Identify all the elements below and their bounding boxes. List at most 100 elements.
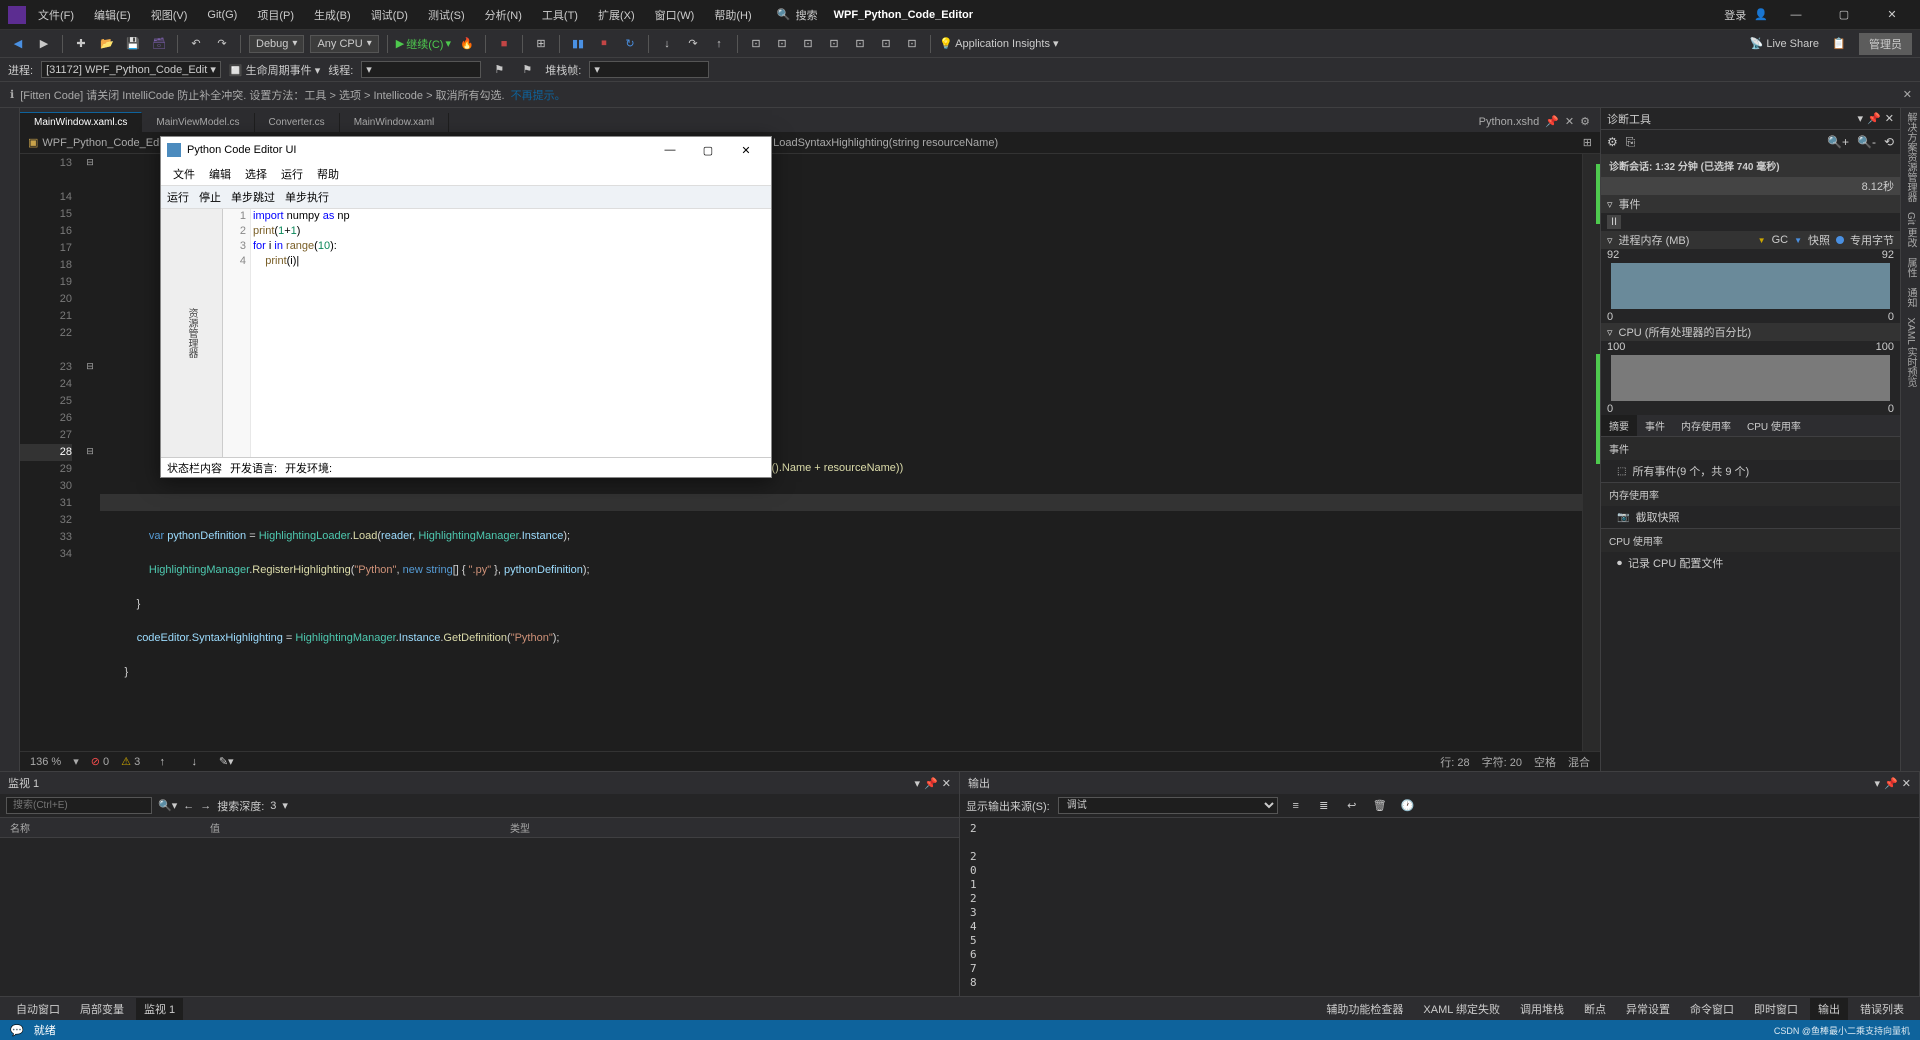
- popup-maximize-button[interactable]: ▢: [689, 138, 727, 162]
- output-time-icon[interactable]: 🕐: [1398, 796, 1418, 816]
- diag-cpu-graph[interactable]: [1611, 355, 1890, 401]
- diag-record-cpu-item[interactable]: ⏺ 记录 CPU 配置文件: [1601, 552, 1900, 574]
- encoding-mode[interactable]: 混合: [1568, 754, 1590, 770]
- output-body[interactable]: 2 2 0 1 2 3 4 5 6 7 8: [960, 818, 1919, 996]
- popup-menu-select[interactable]: 选择: [239, 164, 273, 184]
- restart-icon[interactable]: ↻: [620, 34, 640, 54]
- output-close-icon[interactable]: ✕: [1902, 777, 1911, 790]
- watch-nav-right-icon[interactable]: →: [200, 800, 211, 812]
- popup-tb-stepover[interactable]: 单步跳过: [231, 189, 275, 205]
- open-icon[interactable]: 📂: [97, 34, 117, 54]
- close-button[interactable]: ✕: [1872, 1, 1912, 29]
- menu-debug[interactable]: 调试(D): [363, 3, 416, 27]
- menu-project[interactable]: 项目(P): [249, 3, 302, 27]
- output-pin-icon[interactable]: 📌: [1884, 777, 1898, 790]
- diag-mem-graph[interactable]: [1611, 263, 1890, 309]
- stop-icon[interactable]: ■: [494, 34, 514, 54]
- diag-zoomin-icon[interactable]: 🔍+: [1827, 135, 1849, 149]
- nav-fwd-icon[interactable]: ▶: [34, 34, 54, 54]
- info-dont-show[interactable]: 不再提示。: [511, 87, 566, 103]
- settings-icon[interactable]: ⚙: [1580, 115, 1590, 128]
- bt-xamlbind[interactable]: XAML 绑定失败: [1415, 998, 1508, 1020]
- nav-up-icon[interactable]: ↑: [152, 752, 172, 772]
- output-toggle-icon[interactable]: ≣: [1314, 796, 1334, 816]
- xaml-icon1[interactable]: ⊡: [746, 34, 766, 54]
- menu-window[interactable]: 窗口(W): [647, 3, 703, 27]
- nav-back-icon[interactable]: ◀: [8, 34, 28, 54]
- diag-mem-header[interactable]: 进程内存 (MB): [1619, 232, 1690, 248]
- thread-dropdown[interactable]: ▾: [361, 61, 481, 78]
- xaml-icon4[interactable]: ⊡: [824, 34, 844, 54]
- output-src-dropdown[interactable]: 调试: [1058, 797, 1278, 814]
- watch-search-input[interactable]: [6, 797, 152, 814]
- file-python-xshd[interactable]: Python.xshd: [1479, 116, 1540, 128]
- maximize-button[interactable]: ▢: [1824, 1, 1864, 29]
- popup-menu-file[interactable]: 文件: [167, 164, 201, 184]
- tab-converter[interactable]: Converter.cs: [255, 113, 340, 132]
- platform-dropdown[interactable]: Any CPU ▾: [310, 35, 378, 53]
- bt-callstack[interactable]: 调用堆栈: [1512, 998, 1572, 1020]
- warning-count[interactable]: ⚠ 3: [121, 755, 140, 768]
- watch-col-name[interactable]: 名称: [0, 818, 200, 837]
- login-label[interactable]: 登录: [1724, 7, 1746, 23]
- pin-icon[interactable]: 📌: [1545, 115, 1559, 128]
- crumb-project[interactable]: WPF_Python_Code_Editor: [42, 137, 174, 149]
- output-clear2-icon[interactable]: 🗑: [1370, 796, 1390, 816]
- search-box[interactable]: 🔍 搜索: [776, 7, 818, 23]
- brush-icon[interactable]: ✎▾: [216, 752, 236, 772]
- info-close-icon[interactable]: ✕: [1903, 88, 1912, 101]
- pause-icon[interactable]: ▮▮: [568, 34, 588, 54]
- save-icon[interactable]: 💾: [123, 34, 143, 54]
- menu-tools[interactable]: 工具(T): [534, 3, 586, 27]
- step-into-icon[interactable]: ↓: [657, 34, 677, 54]
- close-tab-icon[interactable]: ✕: [1565, 115, 1574, 128]
- output-drop-icon[interactable]: ▾: [1875, 777, 1881, 790]
- bt-exceptions[interactable]: 异常设置: [1618, 998, 1678, 1020]
- nav-down-icon[interactable]: ↓: [184, 752, 204, 772]
- menu-view[interactable]: 视图(V): [143, 3, 196, 27]
- xaml-icon7[interactable]: ⊡: [902, 34, 922, 54]
- hot-reload-icon[interactable]: 🔥: [457, 34, 477, 54]
- xaml-icon3[interactable]: ⊡: [798, 34, 818, 54]
- status-output-icon[interactable]: 💬: [10, 1024, 24, 1037]
- diag-cpu-header[interactable]: CPU (所有处理器的百分比): [1619, 324, 1752, 340]
- stop-debug-icon[interactable]: ⏹: [594, 34, 614, 54]
- step-over-icon[interactable]: ↷: [683, 34, 703, 54]
- diag-export-icon[interactable]: ⎘: [1626, 135, 1636, 150]
- xaml-icon5[interactable]: ⊡: [850, 34, 870, 54]
- bt-breakpoints[interactable]: 断点: [1576, 998, 1614, 1020]
- undo-icon[interactable]: ↶: [186, 34, 206, 54]
- menu-test[interactable]: 测试(S): [420, 3, 473, 27]
- diag-zoomout-icon[interactable]: 🔍-: [1857, 135, 1876, 149]
- diag-pause-button[interactable]: II: [1607, 215, 1621, 229]
- popup-menu-edit[interactable]: 编辑: [203, 164, 237, 184]
- output-clear-icon[interactable]: ≡: [1286, 796, 1306, 816]
- run-continue-button[interactable]: ▶ 继续(C) ▾: [396, 36, 451, 52]
- config-dropdown[interactable]: Debug ▾: [249, 35, 304, 53]
- diag-close-icon[interactable]: ✕: [1885, 112, 1894, 125]
- right-toolstrip[interactable]: 解决方案资源管理器 Git 更改 属性 通知 XAML 实时预览: [1900, 108, 1920, 771]
- thread-icon[interactable]: ⚑: [489, 60, 509, 80]
- watch-close-icon[interactable]: ✕: [942, 777, 951, 790]
- popup-tb-stop[interactable]: 停止: [199, 189, 221, 205]
- tab-mainviewmodel[interactable]: MainViewModel.cs: [142, 113, 254, 132]
- watch-search-icon[interactable]: 🔍▾: [158, 799, 177, 812]
- menu-extensions[interactable]: 扩展(X): [590, 3, 643, 27]
- menu-help[interactable]: 帮助(H): [706, 3, 759, 27]
- popup-minimize-button[interactable]: —: [651, 138, 689, 162]
- diag-dropdown-icon[interactable]: ▾: [1858, 112, 1864, 125]
- diag-pin-icon[interactable]: 📌: [1867, 112, 1881, 125]
- tab-mainwindow-cs[interactable]: MainWindow.xaml.cs: [20, 112, 142, 132]
- watch-col-value[interactable]: 值: [200, 818, 500, 837]
- diag-tab-events[interactable]: 事件: [1637, 415, 1673, 436]
- menu-edit[interactable]: 编辑(E): [86, 3, 139, 27]
- diag-tab-mem[interactable]: 内存使用率: [1673, 415, 1739, 436]
- live-share-button[interactable]: 📡 Live Share: [1750, 37, 1819, 50]
- popup-menu-help[interactable]: 帮助: [311, 164, 345, 184]
- diag-events-header[interactable]: 事件: [1619, 196, 1641, 212]
- feedback-icon[interactable]: 📋: [1829, 34, 1849, 54]
- indent-mode[interactable]: 空格: [1534, 754, 1556, 770]
- menu-build[interactable]: 生成(B): [306, 3, 359, 27]
- diag-settings-icon[interactable]: ⚙: [1607, 135, 1618, 149]
- popup-close-button[interactable]: ✕: [727, 138, 765, 162]
